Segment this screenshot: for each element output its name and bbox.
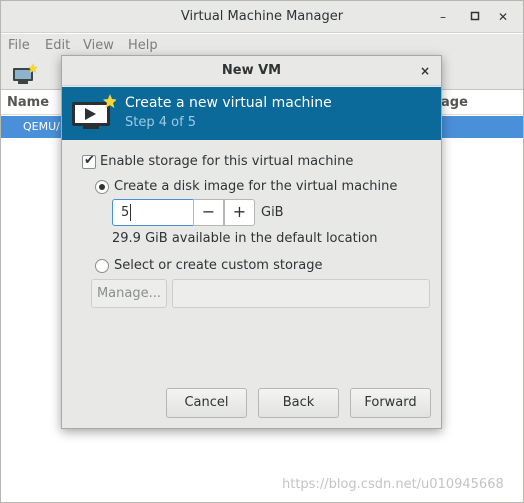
forward-button[interactable]: Forward (350, 388, 431, 418)
new-vm-toolbar-button[interactable] (9, 62, 39, 86)
storage-path-input[interactable] (172, 279, 430, 308)
radio-selected-dot (99, 184, 105, 190)
size-unit-label: GiB (261, 205, 284, 220)
watermark: https://blog.csdn.net/u010945668 (282, 477, 504, 492)
text-caret (130, 204, 131, 221)
disk-size-value: 5 (121, 205, 130, 220)
wizard-title: Create a new virtual machine (125, 95, 332, 111)
decrease-size-button[interactable]: − (193, 199, 224, 226)
dialog-close-button[interactable]: × (417, 63, 433, 79)
dialog-titlebar[interactable]: New VM × (62, 56, 441, 86)
close-button[interactable]: ✕ (495, 9, 511, 25)
custom-storage-radio[interactable] (95, 259, 109, 273)
new-vm-dialog: New VM × Create a new virtual machine St… (61, 55, 442, 429)
dialog-title: New VM (221, 63, 282, 78)
disk-image-label[interactable]: Create a disk image for the virtual mach… (114, 179, 397, 194)
cancel-button[interactable]: Cancel (166, 388, 247, 418)
back-button[interactable]: Back (258, 388, 339, 418)
main-titlebar[interactable]: Virtual Machine Manager – ✕ (1, 1, 523, 33)
enable-storage-label[interactable]: Enable storage for this virtual machine (100, 154, 353, 169)
maximize-icon (470, 11, 480, 21)
maximize-button[interactable] (467, 9, 483, 25)
enable-storage-checkbox[interactable]: ✔ (82, 153, 96, 169)
checkmark-icon: ✔ (84, 153, 95, 168)
menubar: File Edit View Help (1, 34, 523, 56)
menu-file[interactable]: File (8, 38, 30, 53)
new-vm-icon (13, 63, 38, 84)
wizard-banner: Create a new virtual machine Step 4 of 5 (62, 87, 441, 140)
wizard-step: Step 4 of 5 (125, 115, 197, 130)
manage-button[interactable]: Manage... (91, 279, 167, 308)
menu-help[interactable]: Help (128, 38, 158, 53)
disk-image-radio[interactable] (95, 180, 109, 194)
disk-size-input[interactable]: 5 (112, 199, 194, 226)
menu-view[interactable]: View (83, 38, 114, 53)
menu-edit[interactable]: Edit (45, 38, 70, 53)
minimize-button[interactable]: – (435, 9, 451, 25)
increase-size-button[interactable]: + (224, 199, 255, 226)
custom-storage-label[interactable]: Select or create custom storage (114, 258, 322, 273)
available-space-text: 29.9 GiB available in the default locati… (112, 231, 378, 246)
column-usage[interactable]: age (441, 95, 468, 110)
new-vm-icon (72, 94, 116, 129)
column-name[interactable]: Name (7, 95, 49, 110)
